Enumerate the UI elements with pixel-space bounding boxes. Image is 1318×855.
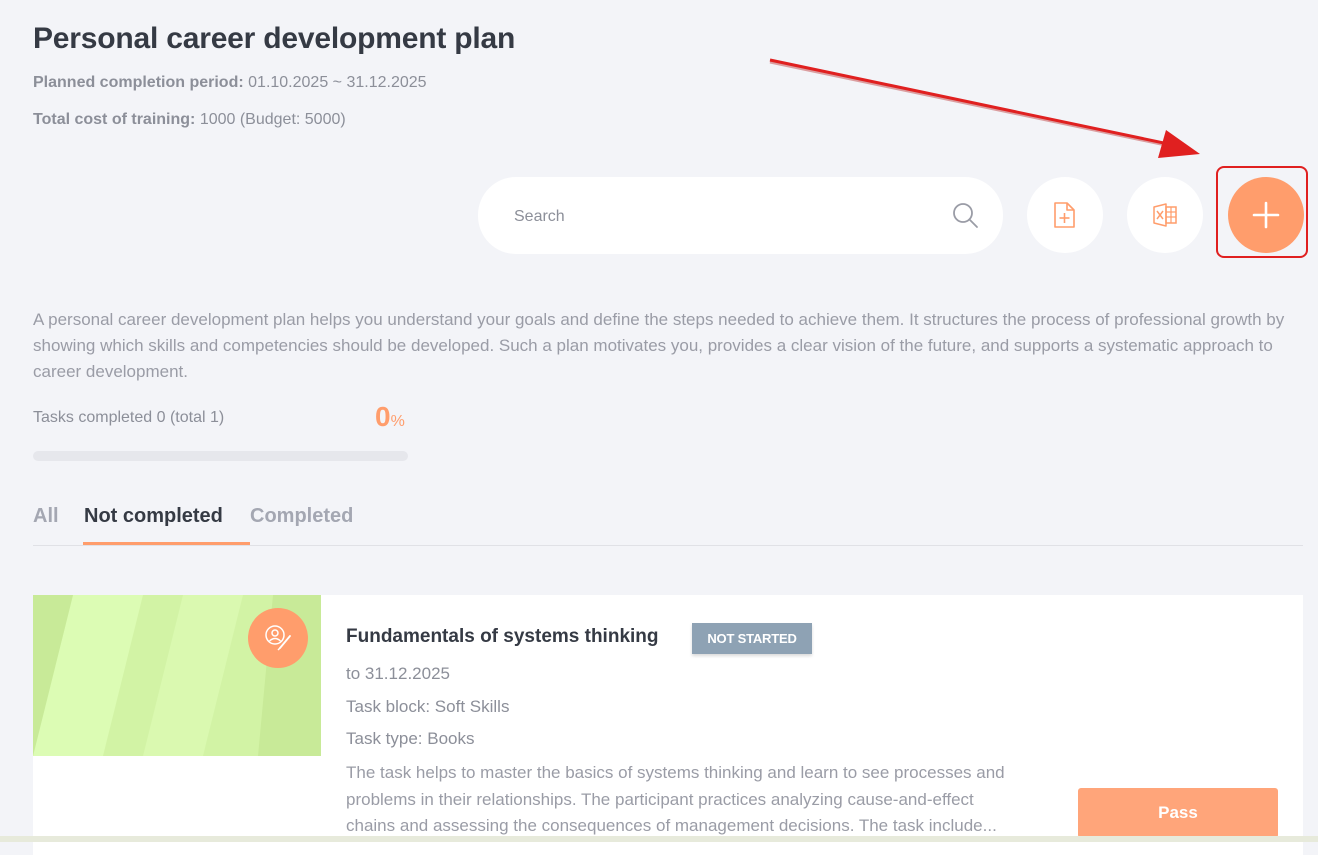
excel-export-button[interactable] <box>1127 177 1203 253</box>
bottom-edge <box>0 836 1318 842</box>
add-document-button[interactable] <box>1027 177 1103 253</box>
search-icon[interactable] <box>951 201 979 229</box>
task-cover-image <box>33 595 321 756</box>
search-box <box>478 177 1003 254</box>
tab-not-completed[interactable]: Not completed <box>84 505 223 528</box>
task-due-date: to 31.12.2025 <box>346 664 450 683</box>
plan-description: A personal career development plan helps… <box>33 310 1285 381</box>
add-task-button[interactable] <box>1228 177 1304 253</box>
search-input[interactable] <box>512 201 916 233</box>
training-cost: Total cost of training: 1000 (Budget: 50… <box>33 111 346 129</box>
planned-period-value: 01.10.2025 ~ 31.12.2025 <box>248 74 427 91</box>
status-badge: NOT STARTED <box>692 623 812 654</box>
active-tab-indicator <box>83 542 250 545</box>
task-tabs: All Not completed Completed <box>33 498 1303 546</box>
task-type: Task type: Books <box>346 729 475 748</box>
task-block: Task block: Soft Skills <box>346 697 510 716</box>
progress-bar <box>33 451 408 461</box>
training-cost-label: Total cost of training: <box>33 111 196 128</box>
pass-button[interactable]: Pass <box>1078 788 1278 838</box>
tab-all[interactable]: All <box>33 505 59 528</box>
tasks-completed-text: Tasks completed 0 (total 1) <box>33 409 225 426</box>
progress-percent-value: 0 <box>375 401 391 432</box>
add-document-icon <box>1054 202 1075 228</box>
book-person-icon <box>248 608 308 668</box>
progress-percent-sign: % <box>390 413 405 430</box>
excel-export-icon <box>1153 203 1177 227</box>
task-title[interactable]: Fundamentals of systems thinking <box>346 626 659 648</box>
page-title: Personal career development plan <box>33 22 516 55</box>
planned-period: Planned completion period: 01.10.2025 ~ … <box>33 74 427 92</box>
tab-completed[interactable]: Completed <box>250 505 353 528</box>
annotation-arrow <box>769 58 1200 158</box>
progress-percent: 0% <box>375 401 405 433</box>
training-cost-value: 1000 (Budget: 5000) <box>199 111 346 128</box>
planned-period-label: Planned completion period: <box>33 74 244 91</box>
task-description: The task helps to master the basics of s… <box>346 763 1005 835</box>
plus-icon <box>1252 201 1280 229</box>
task-card[interactable]: Fundamentals of systems thinking NOT STA… <box>33 595 1303 855</box>
